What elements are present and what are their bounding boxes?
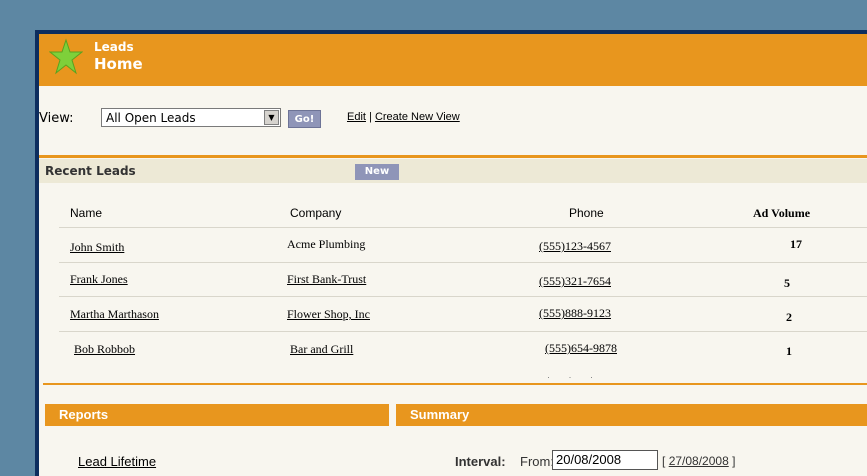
edit-view-link[interactable]: Edit xyxy=(347,111,366,123)
column-header-name: Name xyxy=(70,206,103,220)
lead-company: Flower Shop, Inc xyxy=(287,307,370,321)
star-icon xyxy=(49,38,83,75)
divider xyxy=(39,155,867,158)
lead-phone-link[interactable]: (555)321-7654 xyxy=(539,274,611,289)
view-select[interactable]: All Open Leads ▼ xyxy=(101,108,281,127)
lead-phone-link[interactable]: (555)123-4567 xyxy=(539,239,611,254)
lead-phone-link[interactable]: (555)888-9123 xyxy=(539,306,611,321)
lead-name-link[interactable]: John Smith xyxy=(70,240,124,255)
lead-name-link[interactable]: Bob Robbob xyxy=(74,342,135,357)
reports-title: Reports xyxy=(59,407,109,422)
chevron-down-icon[interactable]: ▼ xyxy=(264,110,279,125)
page-header: Leads Home xyxy=(39,34,867,86)
column-header-ad-volume: Ad Volume xyxy=(753,206,811,220)
summary-section-header: Summary xyxy=(396,404,867,426)
lead-company: First Bank-Trust xyxy=(287,272,367,286)
column-header-company: Company xyxy=(290,206,342,220)
to-date-close-bracket: ] xyxy=(732,454,736,468)
from-label: From: xyxy=(520,454,554,469)
go-button[interactable]: Go! xyxy=(288,110,321,128)
recent-leads-bar xyxy=(39,159,867,183)
lead-phone-link[interactable]: (555)654-9878 xyxy=(545,341,617,356)
leads-home-panel: Leads Home View: All Open Leads ▼ Go! Ed… xyxy=(39,34,867,476)
lead-ad-volume: 17 xyxy=(790,237,802,251)
view-label: View: xyxy=(39,111,74,126)
reports-section-header: Reports xyxy=(45,404,389,426)
summary-title: Summary xyxy=(410,407,470,422)
column-header-phone: Phone xyxy=(569,206,604,220)
view-select-value: All Open Leads xyxy=(106,111,196,125)
lead-ad-volume: 5 xyxy=(784,276,790,290)
to-date: [ 27/08/2008 ] xyxy=(662,454,735,468)
lead-name-link[interactable]: Frank Jones xyxy=(70,272,128,287)
recent-leads-title: Recent Leads xyxy=(45,164,136,178)
lead-company: Bar and Grill xyxy=(290,342,354,356)
row-divider xyxy=(59,296,867,297)
divider xyxy=(43,383,867,385)
lead-ad-volume: 2 xyxy=(786,310,792,324)
interval-label: Interval: xyxy=(455,454,506,469)
lead-name-link[interactable]: Martha Marthason xyxy=(70,307,159,322)
row-divider xyxy=(59,262,867,263)
to-date-open-bracket: [ xyxy=(662,454,666,468)
view-links-separator: | xyxy=(369,111,372,123)
ellipsis-dots: · · · xyxy=(547,372,601,382)
header-subtitle: Home xyxy=(94,55,143,73)
lead-lifetime-link[interactable]: Lead Lifetime xyxy=(78,454,156,469)
lead-company: Acme Plumbing xyxy=(287,237,366,251)
row-divider xyxy=(59,227,867,228)
new-lead-button[interactable]: New xyxy=(355,164,399,180)
view-links: Edit | Create New View xyxy=(347,111,460,123)
create-new-view-link[interactable]: Create New View xyxy=(375,111,460,123)
from-date-input[interactable]: 20/08/2008 xyxy=(552,450,658,470)
to-date-link[interactable]: 27/08/2008 xyxy=(669,454,729,468)
row-divider xyxy=(59,331,867,332)
lead-ad-volume: 1 xyxy=(786,344,792,358)
header-title: Leads xyxy=(94,40,134,54)
